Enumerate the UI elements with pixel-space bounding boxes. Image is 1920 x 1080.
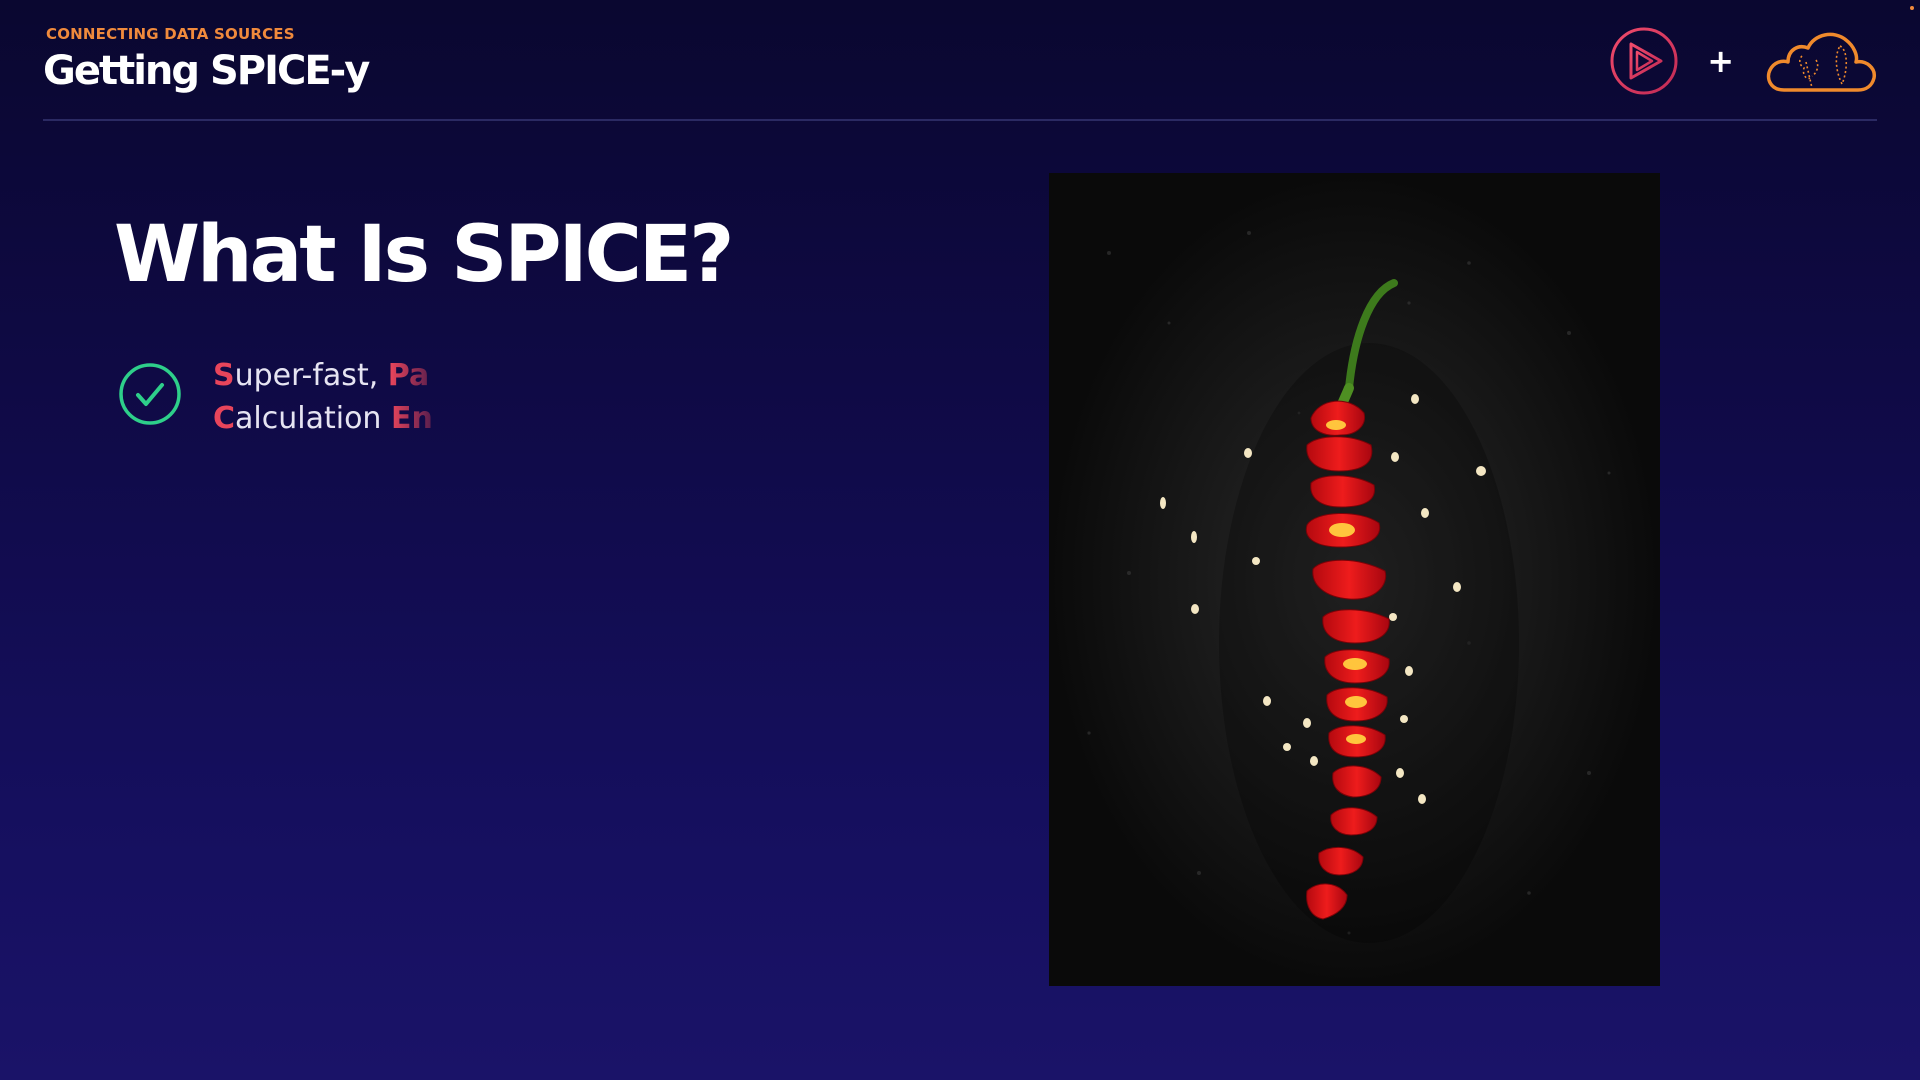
brand-logos: + <box>1609 26 1880 96</box>
section-eyebrow: CONNECTING DATA SOURCES <box>46 25 295 43</box>
bullet-line-2-initial: C <box>213 401 236 436</box>
chili-pepper-illustration <box>1049 173 1660 986</box>
bullet-line-2: Calculation En <box>213 397 453 440</box>
bullet-line-1-text: uper-fast, <box>234 358 388 393</box>
bullet-item: Super-fast, Pa Calculation En <box>118 354 658 454</box>
play-logo-icon <box>1610 27 1678 95</box>
bullet-line-1-initial: S <box>213 358 235 393</box>
bullet-line-1-initial-2: Pa <box>387 358 430 393</box>
header-divider <box>43 119 1877 121</box>
chili-pepper-photo <box>1049 173 1660 986</box>
corner-dot <box>1910 6 1914 10</box>
bullet-line-2-text: alculation <box>235 401 391 436</box>
bullet-line-1: Super-fast, Pa <box>213 354 453 397</box>
plus-sign: + <box>1707 42 1734 80</box>
bullet-text: Super-fast, Pa Calculation En <box>213 354 453 440</box>
bullet-line-2-initial-2: En <box>390 401 433 436</box>
cloud-logo-icon <box>1766 32 1876 92</box>
check-circle-icon <box>119 363 181 425</box>
slide-heading: What Is SPICE? <box>114 210 734 300</box>
deck-title: Getting SPICE-y <box>43 48 370 94</box>
